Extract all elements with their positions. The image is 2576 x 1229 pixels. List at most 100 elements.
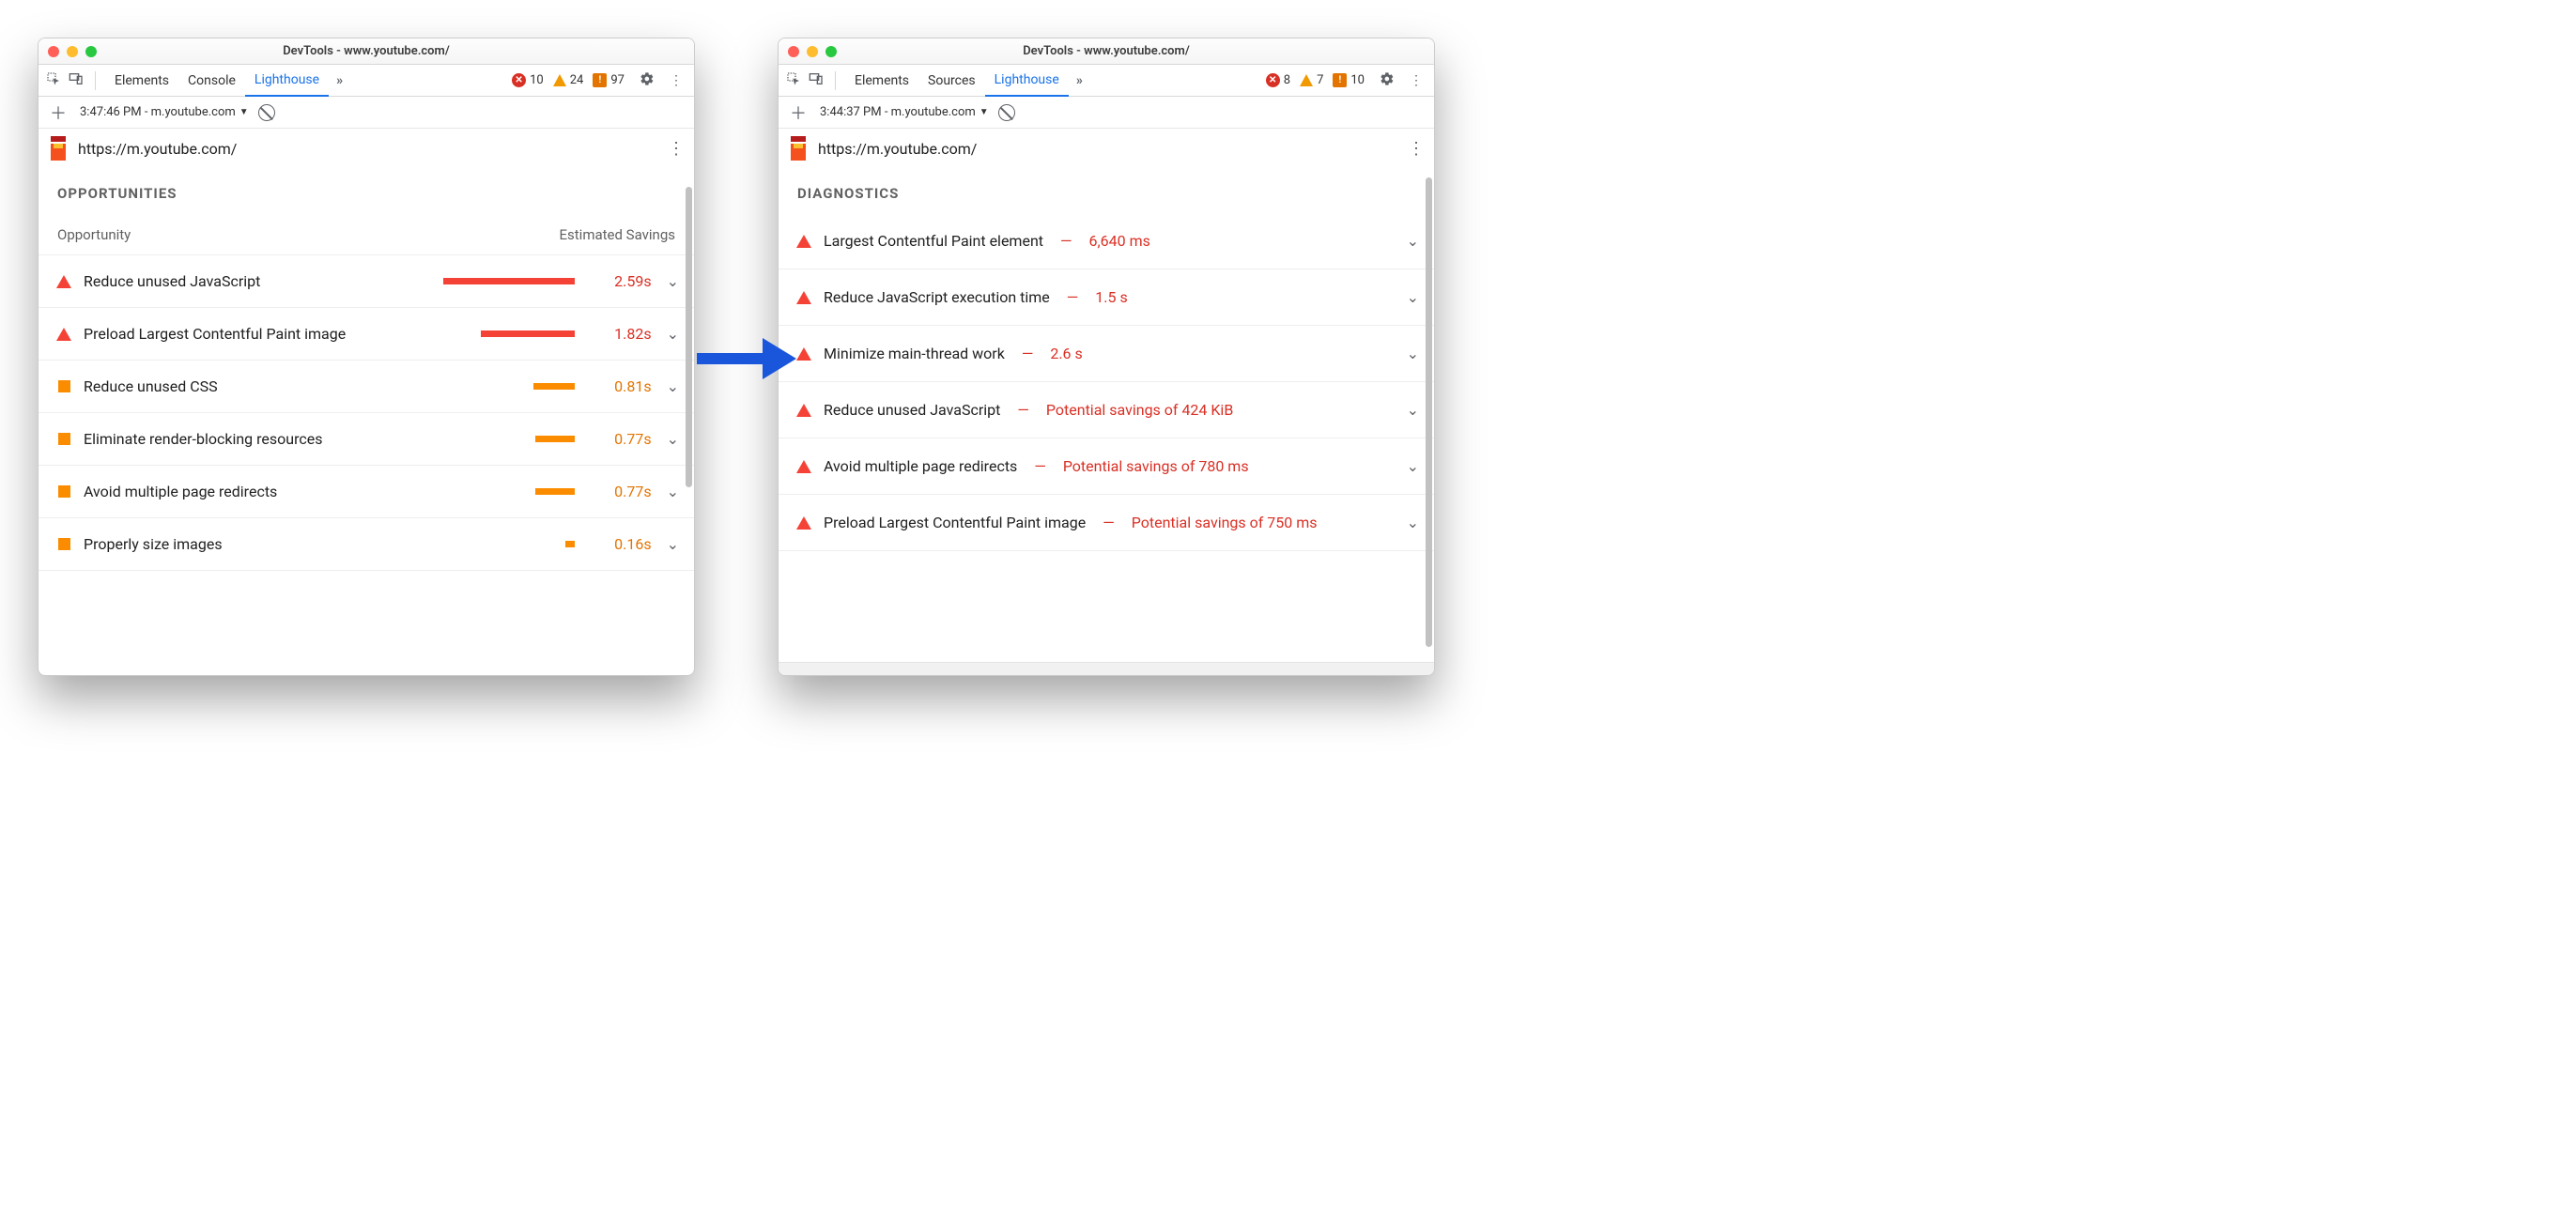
- tab-lighthouse[interactable]: Lighthouse: [245, 65, 329, 97]
- device-toolbar-icon[interactable]: [67, 71, 85, 90]
- horizontal-scrollbar[interactable]: [779, 662, 1434, 675]
- diagnostic-metric: 6,640 ms: [1089, 232, 1150, 250]
- zoom-window-button[interactable]: [85, 46, 97, 57]
- severity-icon: [797, 291, 810, 304]
- kebab-menu-icon[interactable]: ⋮: [664, 73, 688, 88]
- more-tabs-chevron-icon[interactable]: »: [1072, 73, 1087, 88]
- report-selector[interactable]: 3:47:46 PM - m.youtube.com ▼: [80, 105, 249, 119]
- console-issue-badges[interactable]: ✕10 24 !97: [512, 73, 630, 87]
- diagnostic-row[interactable]: Minimize main-thread work—2.6 s⌄: [779, 326, 1434, 382]
- diagnostic-row[interactable]: Reduce unused JavaScript—Potential savin…: [779, 382, 1434, 438]
- divider: [95, 71, 96, 90]
- chevron-down-icon: ⌄: [665, 430, 681, 448]
- kebab-menu-icon[interactable]: ⋮: [1404, 73, 1428, 88]
- severity-icon: [797, 460, 810, 473]
- diagnostic-label: Avoid multiple page redirects: [824, 457, 1017, 475]
- savings-bar-track: [231, 383, 578, 390]
- report-selector[interactable]: 3:44:37 PM - m.youtube.com ▼: [820, 105, 989, 119]
- tab-elements[interactable]: Elements: [845, 65, 918, 97]
- savings-bar: [565, 541, 575, 547]
- inspect-icon[interactable]: [784, 71, 803, 90]
- scrollbar-thumb[interactable]: [1426, 177, 1432, 647]
- tab-console[interactable]: Console: [178, 65, 245, 97]
- chevron-down-icon: ⌄: [665, 272, 681, 290]
- device-toolbar-icon[interactable]: [807, 71, 825, 90]
- clear-icon[interactable]: [258, 104, 275, 121]
- settings-gear-icon[interactable]: [634, 71, 660, 90]
- severity-icon: [797, 347, 810, 361]
- savings-value: 0.81s: [592, 377, 652, 395]
- diagnostic-label: Preload Largest Contentful Paint image: [824, 514, 1086, 531]
- savings-bar: [533, 383, 575, 390]
- report-url-row: https://m.youtube.com/ ⋮: [39, 129, 694, 168]
- savings-bar-track: [290, 488, 578, 495]
- opportunity-row[interactable]: Eliminate render-blocking resources0.77s…: [39, 413, 694, 466]
- opportunity-label: Avoid multiple page redirects: [84, 483, 277, 500]
- diagnostic-metric: Potential savings of 750 ms: [1132, 514, 1318, 531]
- warning-icon: [1300, 74, 1313, 86]
- zoom-window-button[interactable]: [825, 46, 837, 57]
- warning-count: 7: [1317, 73, 1323, 87]
- more-tabs-chevron-icon[interactable]: »: [332, 73, 347, 88]
- titlebar: DevTools - www.youtube.com/: [39, 38, 694, 65]
- savings-bar-track: [359, 330, 578, 337]
- diagnostic-row[interactable]: Reduce JavaScript execution time—1.5 s⌄: [779, 269, 1434, 326]
- opportunity-row[interactable]: Avoid multiple page redirects 0.77s ⌄: [39, 466, 694, 518]
- savings-bar: [443, 278, 575, 284]
- divider: [835, 71, 836, 90]
- scrollbar-thumb[interactable]: [686, 187, 692, 487]
- opportunity-label: Properly size images: [84, 535, 223, 553]
- chevron-down-icon: ⌄: [1405, 232, 1421, 250]
- opportunity-row[interactable]: Properly size images0.16s⌄: [39, 518, 694, 571]
- close-window-button[interactable]: [788, 46, 799, 57]
- tab-sources[interactable]: Sources: [918, 65, 985, 97]
- new-report-button[interactable]: ＋: [46, 100, 70, 125]
- titlebar: DevTools - www.youtube.com/: [779, 38, 1434, 65]
- settings-gear-icon[interactable]: [1374, 71, 1400, 90]
- diagnostic-metric: 1.5 s: [1095, 288, 1127, 306]
- clear-icon[interactable]: [998, 104, 1015, 121]
- savings-value: 0.77s: [592, 430, 652, 448]
- minimize-window-button[interactable]: [67, 46, 78, 57]
- report-timestamp: 3:44:37 PM - m.youtube.com: [820, 105, 976, 119]
- report-menu-icon[interactable]: ⋮: [668, 139, 685, 159]
- report-menu-icon[interactable]: ⋮: [1408, 139, 1425, 159]
- new-report-button[interactable]: ＋: [786, 100, 810, 125]
- chevron-down-icon: ⌄: [665, 377, 681, 395]
- dash-separator: —: [1013, 401, 1033, 419]
- savings-value: 0.16s: [592, 535, 652, 553]
- diagnostic-metric: Potential savings of 780 ms: [1063, 457, 1249, 475]
- chevron-down-icon: ⌄: [665, 483, 681, 500]
- inspect-icon[interactable]: [44, 71, 63, 90]
- lighthouse-toolbar: ＋ 3:44:37 PM - m.youtube.com ▼: [779, 97, 1434, 129]
- diagnostic-row[interactable]: Largest Contentful Paint element—6,640 m…: [779, 213, 1434, 269]
- chevron-down-icon: ⌄: [1405, 457, 1421, 475]
- opportunity-column-headers: Opportunity Estimated Savings: [39, 213, 694, 255]
- diagnostic-label: Reduce JavaScript execution time: [824, 288, 1050, 306]
- severity-icon: [57, 275, 70, 288]
- opportunity-label: Reduce unused CSS: [84, 377, 218, 395]
- warning-count: 24: [570, 73, 584, 87]
- lighthouse-icon: [788, 136, 809, 161]
- devtools-window-right: DevTools - www.youtube.com/ ElementsSour…: [778, 38, 1435, 676]
- diagnostic-row[interactable]: Avoid multiple page redirects — Potential …: [779, 438, 1434, 495]
- console-issue-badges[interactable]: ✕8 7 !10: [1266, 73, 1370, 87]
- minimize-window-button[interactable]: [807, 46, 818, 57]
- opportunity-row[interactable]: Preload Largest Contentful Paint image1.…: [39, 308, 694, 361]
- diagnostic-label: Minimize main-thread work: [824, 345, 1005, 362]
- report-url: https://m.youtube.com/: [818, 140, 977, 158]
- tab-elements[interactable]: Elements: [105, 65, 178, 97]
- severity-icon: [797, 235, 810, 248]
- opportunity-row[interactable]: Reduce unused JavaScript2.59s⌄: [39, 255, 694, 308]
- tab-lighthouse[interactable]: Lighthouse: [985, 65, 1069, 97]
- savings-value: 0.77s: [592, 483, 652, 500]
- col-estimated-savings: Estimated Savings: [560, 226, 676, 243]
- diagnostic-row[interactable]: Preload Largest Contentful Paint image—P…: [779, 495, 1434, 551]
- dash-separator: —: [1030, 457, 1050, 475]
- window-controls: [779, 46, 837, 57]
- warning-icon: [553, 74, 566, 86]
- close-window-button[interactable]: [48, 46, 59, 57]
- severity-icon: [57, 433, 70, 445]
- opportunity-row[interactable]: Reduce unused CSS 0.81s ⌄: [39, 361, 694, 413]
- savings-bar: [481, 330, 575, 337]
